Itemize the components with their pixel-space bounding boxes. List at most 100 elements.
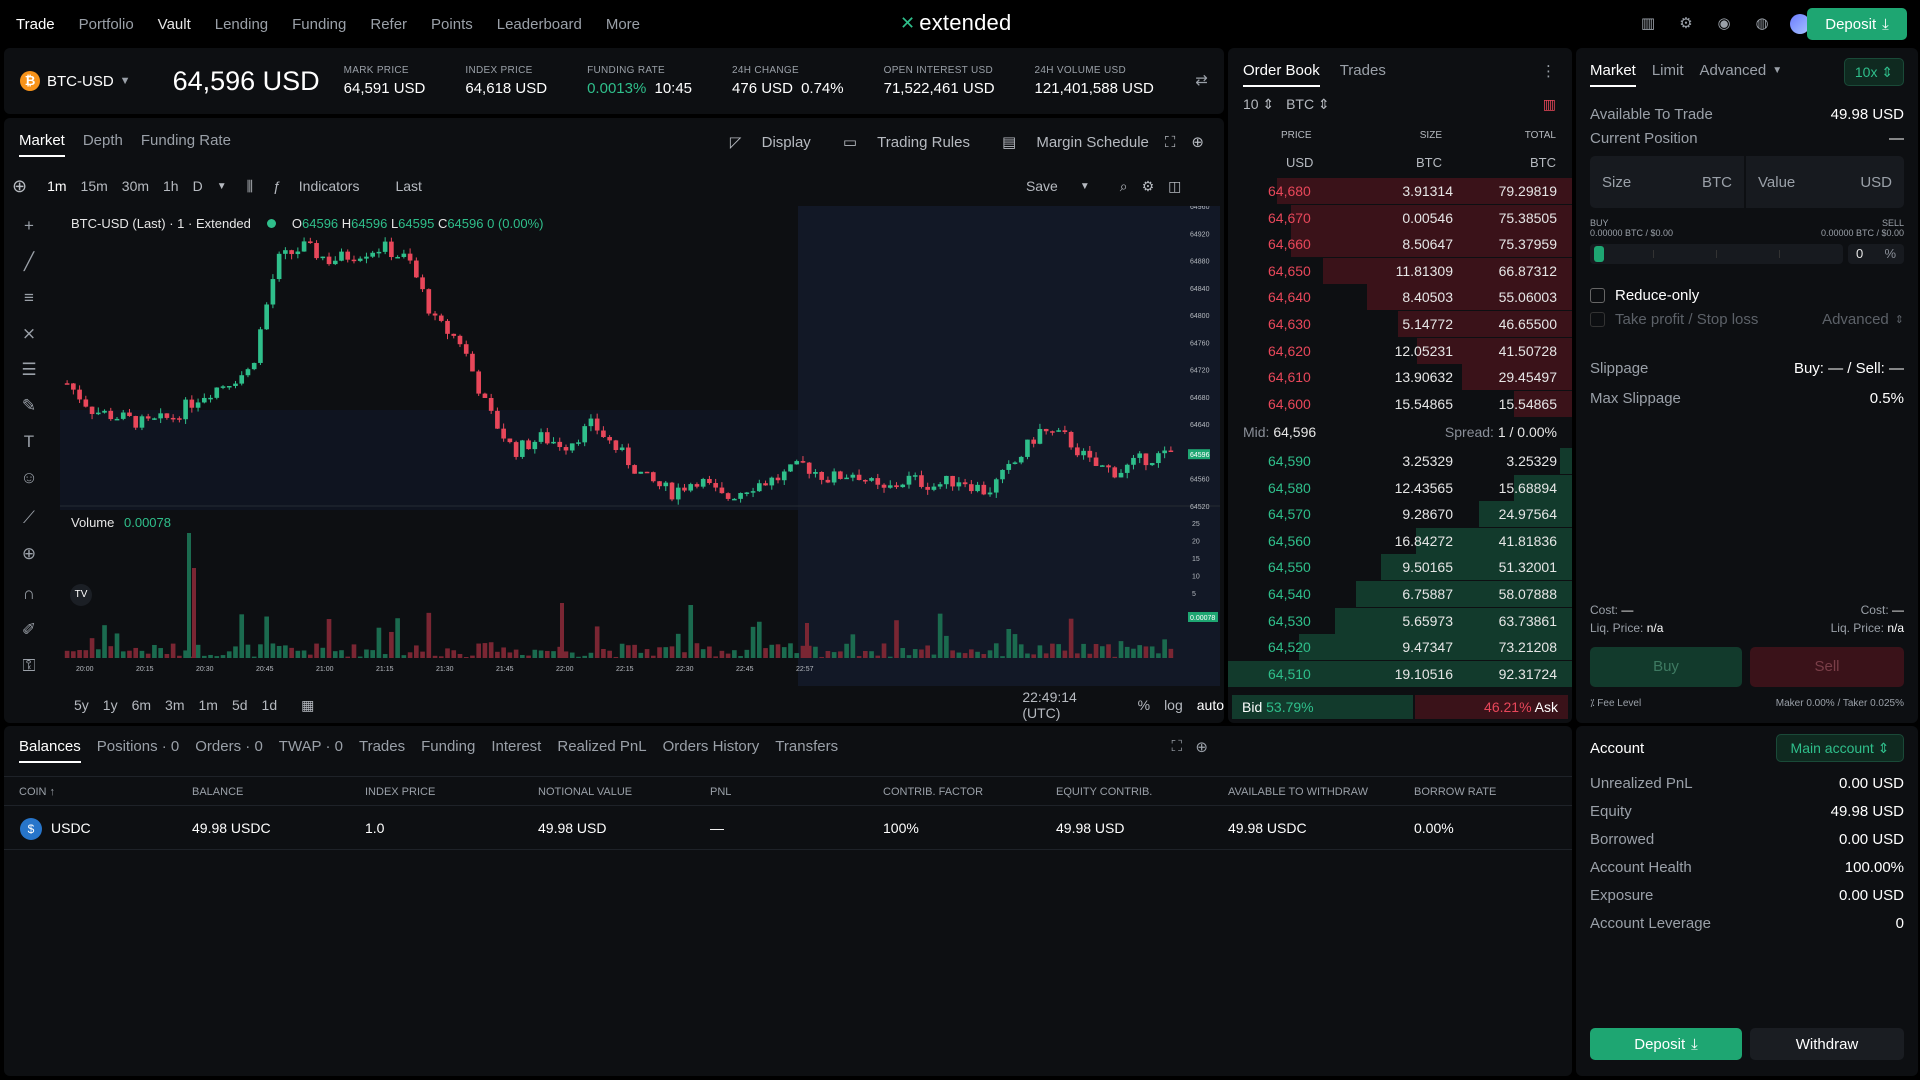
expand-icon[interactable]: ⛶ [1171, 738, 1182, 755]
range-1m[interactable]: 1m [199, 697, 218, 713]
fib-icon[interactable]: ☰ [4, 352, 54, 388]
reduce-only-row[interactable]: Reduce-only [1590, 287, 1699, 304]
tab-funding[interactable]: Funding [421, 738, 475, 763]
range-5d[interactable]: 5d [232, 697, 248, 713]
depth-selector[interactable]: 10 ⇕ BTC ⇕ [1243, 96, 1330, 113]
ask-row[interactable]: 64,650 11.81309 66.87312 [1228, 257, 1572, 284]
slider-handle[interactable] [1594, 246, 1604, 262]
tab-order-book[interactable]: Order Book [1243, 62, 1320, 87]
tab-market-order[interactable]: Market [1590, 62, 1636, 87]
chevron-down-icon[interactable]: ▼ [217, 181, 227, 192]
tab-market[interactable]: Market [19, 132, 65, 157]
ask-row[interactable]: 64,670 0.00546 75.38505 [1228, 204, 1572, 231]
logo[interactable]: ✕ extended [900, 10, 1011, 36]
nav-leaderboard[interactable]: Leaderboard [497, 16, 582, 33]
swap-icon[interactable]: ⇄ [1195, 71, 1208, 89]
ask-row[interactable]: 64,680 3.91314 79.29819 [1228, 178, 1572, 204]
crosshair-icon[interactable]: + [4, 208, 54, 244]
size-slider[interactable] [1590, 244, 1843, 264]
interval-15m[interactable]: 15m [81, 178, 108, 194]
tab-transfers[interactable]: Transfers [775, 738, 838, 763]
margin-schedule-button[interactable]: ▤ Margin Schedule [986, 133, 1149, 151]
add-circle-icon[interactable]: ⊕ [1195, 738, 1208, 756]
ruler-icon[interactable]: ⟋ [4, 500, 54, 536]
range-1d[interactable]: 1d [262, 697, 278, 713]
nav-portfolio[interactable]: Portfolio [79, 16, 134, 33]
max-slippage-row[interactable]: Max Slippage 0.5% [1590, 390, 1904, 407]
tab-trades[interactable]: Trades [359, 738, 405, 763]
bid-row[interactable]: 64,590 3.25329 3.25329 [1228, 448, 1572, 474]
reduce-only-checkbox[interactable] [1590, 288, 1605, 303]
nav-refer[interactable]: Refer [370, 16, 407, 33]
tpsl-row[interactable]: Take profit / Stop loss Advanced ⇕ [1590, 311, 1904, 328]
calendar-icon[interactable]: ▦ [301, 697, 314, 714]
auto-toggle[interactable]: auto [1197, 697, 1224, 713]
chevron-down-icon[interactable]: ▼ [1080, 181, 1090, 192]
deposit-button[interactable]: Deposit ⤓ [1590, 1028, 1742, 1060]
text-icon[interactable]: T [4, 424, 54, 460]
nav-funding[interactable]: Funding [292, 16, 346, 33]
display-button[interactable]: ◸ Display [714, 133, 811, 151]
nav-more[interactable]: More [606, 16, 640, 33]
bid-row[interactable]: 64,540 6.75887 58.07888 [1228, 581, 1572, 607]
ask-row[interactable]: 64,610 13.90632 29.45497 [1228, 364, 1572, 391]
nav-lending[interactable]: Lending [215, 16, 268, 33]
bid-row[interactable]: 64,570 9.28670 24.97564 [1228, 501, 1572, 528]
tab-funding-rate[interactable]: Funding Rate [141, 132, 231, 157]
percent-input[interactable]: 0% [1848, 244, 1904, 264]
indicators-button[interactable]: ƒ Indicators [273, 178, 373, 194]
candle-type-icon[interactable]: ⫼ [247, 178, 253, 195]
range-1y[interactable]: 1y [103, 697, 118, 713]
more-vertical-icon[interactable]: ⋮ [1541, 62, 1556, 80]
interval-30m[interactable]: 30m [122, 178, 149, 194]
magnet-icon[interactable]: ∩ [4, 576, 54, 612]
tab-orders[interactable]: Orders · 0 [195, 738, 263, 763]
settings-icon[interactable]: ⚙ [1142, 178, 1155, 195]
tab-balances[interactable]: Balances [19, 738, 81, 763]
pair-selector[interactable]: ₿ BTC-USD ▼ [20, 71, 131, 91]
tab-twap[interactable]: TWAP · 0 [279, 738, 343, 763]
bid-row[interactable]: 64,550 9.50165 51.32001 [1228, 554, 1572, 581]
withdraw-button[interactable]: Withdraw [1750, 1028, 1904, 1060]
fee-level[interactable]: ⁒ Fee Level [1590, 698, 1641, 709]
account-selector[interactable]: Main account ⇕ [1776, 734, 1904, 762]
tpsl-checkbox[interactable] [1590, 312, 1605, 327]
add-circle-icon[interactable]: ⊕ [1191, 133, 1204, 151]
emoji-icon[interactable]: ☺ [4, 460, 54, 496]
tab-realized-pnl[interactable]: Realized PnL [557, 738, 646, 763]
bid-row[interactable]: 64,510 19.10516 92.31724 [1228, 660, 1572, 687]
tab-orders-history[interactable]: Orders History [663, 738, 760, 763]
percent-toggle[interactable]: % [1138, 697, 1150, 713]
tab-interest[interactable]: Interest [491, 738, 541, 763]
horizontal-lines-icon[interactable]: ≡ [4, 280, 54, 316]
sell-button[interactable]: Sell [1750, 647, 1904, 687]
chevron-down-icon[interactable]: ▼ [1772, 65, 1782, 87]
globe-icon[interactable]: ◍ [1752, 14, 1772, 34]
range-5y[interactable]: 5y [74, 697, 89, 713]
book-icon[interactable]: ▥ [1638, 14, 1658, 34]
size-input[interactable]: Size BTC [1590, 156, 1744, 208]
tab-limit-order[interactable]: Limit [1652, 62, 1684, 87]
bid-row[interactable]: 64,560 16.84272 41.81836 [1228, 527, 1572, 554]
search-icon[interactable]: ⌕ [1120, 178, 1128, 195]
pattern-icon[interactable]: ⨯ [4, 316, 54, 352]
log-toggle[interactable]: log [1164, 697, 1183, 713]
ask-row[interactable]: 64,620 12.05231 41.50728 [1228, 337, 1572, 364]
nav-trade[interactable]: Trade [16, 16, 55, 33]
trend-line-icon[interactable]: ╱ [4, 244, 54, 280]
tradingview-logo[interactable]: TV [70, 584, 92, 606]
nav-points[interactable]: Points [431, 16, 473, 33]
price-chart[interactable]: 64960 64920 64880 64840 64800 64760 64720 64680… [60, 206, 1220, 686]
add-symbol-icon[interactable]: ⊕ [12, 176, 27, 197]
ask-row[interactable]: 64,640 8.40503 55.06003 [1228, 284, 1572, 311]
deposit-button[interactable]: Deposit ⤓ [1807, 8, 1907, 40]
zoom-icon[interactable]: ⊕ [4, 536, 54, 572]
nav-vault[interactable]: Vault [158, 16, 191, 33]
save-button[interactable]: Save [1026, 178, 1058, 194]
brush-icon[interactable]: ✎ [4, 388, 54, 424]
layout-icon[interactable]: ▥ [1543, 96, 1556, 113]
buy-button[interactable]: Buy [1590, 647, 1742, 687]
ask-row[interactable]: 64,600 15.54865 15.54865 [1228, 390, 1572, 417]
tab-advanced-order[interactable]: Advanced [1700, 62, 1767, 87]
col-coin[interactable]: COIN ↑ [19, 777, 55, 807]
